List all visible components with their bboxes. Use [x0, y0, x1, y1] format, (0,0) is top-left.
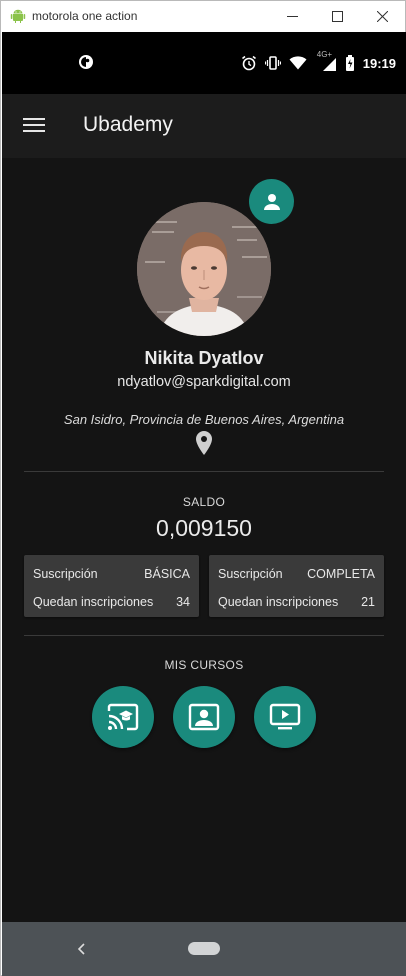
profile-photo [137, 202, 271, 336]
subscription-label: Suscripción [218, 567, 283, 581]
system-nav-bar [2, 922, 406, 976]
notification-app-icon [79, 55, 93, 69]
student-screen-icon [188, 703, 220, 731]
location-pin-icon[interactable] [195, 431, 213, 455]
close-button[interactable] [359, 1, 405, 32]
status-icons: 4G+ 19:19 [241, 50, 396, 72]
video-course-icon [269, 703, 301, 730]
change-avatar-button[interactable] [249, 179, 294, 224]
remaining-label: Quedan inscripciones [33, 595, 154, 609]
profile-name: Nikita Dyatlov [144, 348, 264, 368]
minimize-button[interactable] [269, 1, 315, 32]
clock: 19:19 [362, 55, 396, 71]
remaining-count: 21 [361, 595, 375, 609]
signal-icon [322, 58, 336, 71]
divider [24, 471, 384, 472]
battery-icon [345, 55, 354, 71]
wifi-icon [289, 56, 307, 70]
subscription-label: Suscripción [33, 567, 98, 581]
balance-value: 0,009150 [156, 515, 252, 541]
close-icon [376, 11, 388, 22]
divider [24, 635, 384, 636]
maximize-button[interactable] [314, 1, 360, 32]
vibrate-icon [264, 56, 281, 70]
android-icon [10, 9, 26, 23]
profile-location: San Isidro, Provincia de Buenos Aires, A… [63, 412, 345, 427]
my-courses-label: MIS CURSOS [164, 658, 244, 672]
courses-collaborating-button[interactable] [254, 686, 316, 748]
avatar [137, 202, 271, 336]
courses-enrolled-button[interactable] [173, 686, 235, 748]
remaining-label: Quedan inscripciones [218, 595, 339, 609]
alarm-icon [241, 55, 256, 71]
cell-signal: 4G+ [315, 50, 337, 71]
profile-email: ndyatlov@sparkdigital.com [117, 374, 291, 390]
maximize-icon [331, 11, 343, 22]
phone-screen: 4G+ 19:19 Ubademy Nikita Dyatlov ndyatlo… [2, 32, 406, 976]
status-bar: 4G+ 19:19 [2, 32, 406, 94]
subscription-type: BÁSICA [144, 567, 190, 581]
back-icon[interactable] [75, 939, 89, 959]
app-bar: Ubademy [2, 94, 406, 158]
subscription-card-complete: Suscripción COMPLETA Quedan inscripcione… [209, 555, 384, 617]
subscription-card-basic: Suscripción BÁSICA Quedan inscripciones … [24, 555, 199, 617]
cast-education-icon [107, 703, 139, 731]
window-title: motorola one action [32, 9, 138, 23]
window-titlebar[interactable]: motorola one action [1, 1, 405, 32]
subscription-type: COMPLETA [307, 567, 375, 581]
home-pill[interactable] [188, 942, 220, 955]
emulator-window: motorola one action 4G+ 19:19 Ubademy Ni… [0, 0, 406, 976]
menu-icon[interactable] [23, 118, 45, 134]
minimize-icon [286, 16, 298, 17]
remaining-count: 34 [176, 595, 190, 609]
person-icon [263, 193, 280, 210]
courses-taught-button[interactable] [92, 686, 154, 748]
app-title: Ubademy [83, 113, 173, 136]
balance-label: SALDO [182, 495, 226, 509]
profile-content: Nikita Dyatlov ndyatlov@sparkdigital.com… [2, 158, 406, 922]
